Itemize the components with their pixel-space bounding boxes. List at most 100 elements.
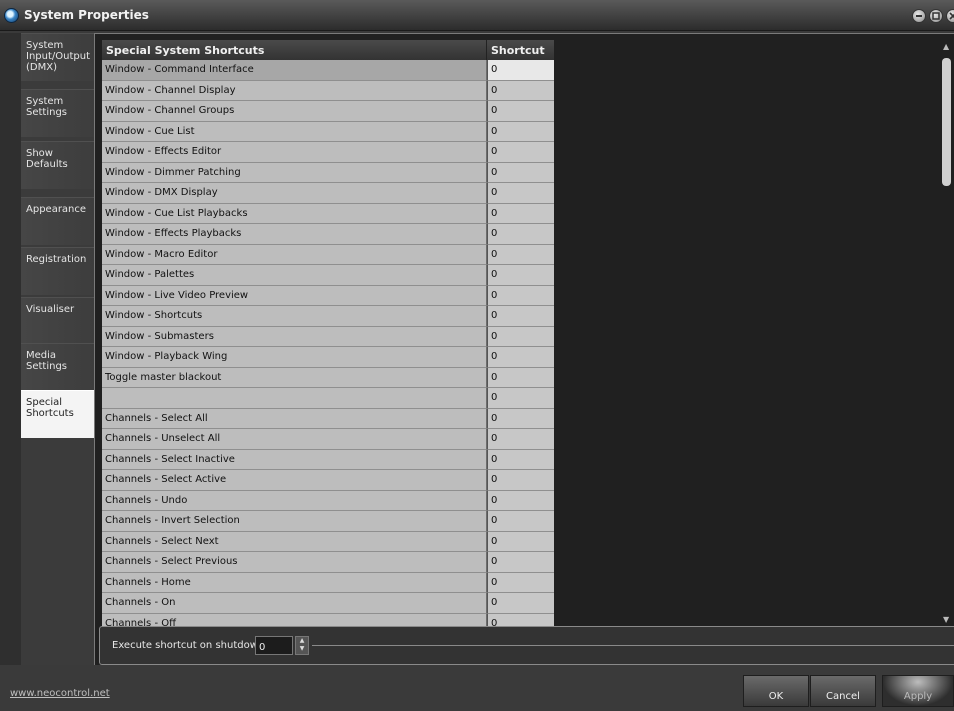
shortcut-name-cell[interactable]: Window - Submasters: [102, 326, 487, 347]
column-header-name[interactable]: Special System Shortcuts: [102, 40, 487, 60]
scroll-thumb[interactable]: [942, 58, 951, 186]
table-row[interactable]: Window - Cue List 0: [102, 121, 554, 142]
shortcut-name-cell[interactable]: Window - Channel Display: [102, 80, 487, 101]
table-row[interactable]: Channels - Unselect All 0: [102, 429, 554, 450]
column-header-shortcut[interactable]: Shortcut: [487, 40, 554, 60]
shortcut-name-cell[interactable]: Channels - Select Previous: [102, 552, 487, 573]
shortcut-name-cell[interactable]: Window - Effects Playbacks: [102, 224, 487, 245]
table-row[interactable]: Window - Shortcuts 0: [102, 306, 554, 327]
shortcut-value-cell[interactable]: 0: [487, 367, 554, 388]
shortcut-value-cell[interactable]: 0: [487, 531, 554, 552]
sidebar-item-special-shortcuts[interactable]: Special Shortcuts: [21, 390, 94, 438]
table-row[interactable]: 0: [102, 388, 554, 409]
shortcut-value-cell[interactable]: 0: [487, 470, 554, 491]
shortcut-value-cell[interactable]: 0: [487, 388, 554, 409]
table-row[interactable]: Channels - Home 0: [102, 572, 554, 593]
sidebar-item-registration[interactable]: Registration: [21, 247, 94, 295]
shortcut-value-cell[interactable]: 0: [487, 101, 554, 122]
shortcut-value-cell[interactable]: 0: [487, 613, 554, 627]
shortcut-value-cell[interactable]: 0: [487, 183, 554, 204]
shortcut-value-cell[interactable]: 0: [487, 593, 554, 614]
exec-shortcut-input[interactable]: [255, 636, 293, 655]
table-row[interactable]: Channels - Select All 0: [102, 408, 554, 429]
shortcut-value-cell[interactable]: 0: [487, 265, 554, 286]
shortcut-value-cell[interactable]: 0: [487, 490, 554, 511]
shortcut-value-cell[interactable]: 0: [487, 306, 554, 327]
table-row[interactable]: Toggle master blackout 0: [102, 367, 554, 388]
sidebar-item-system-io[interactable]: System Input/Output (DMX): [21, 33, 94, 81]
website-link[interactable]: www.neocontrol.net: [10, 688, 110, 699]
shortcut-value-cell[interactable]: 0: [487, 80, 554, 101]
shortcut-name-cell[interactable]: Window - Playback Wing: [102, 347, 487, 368]
spin-down-icon[interactable]: ▼: [296, 645, 308, 653]
shortcut-name-cell[interactable]: Channels - Undo: [102, 490, 487, 511]
vertical-scrollbar[interactable]: ▲ ▼: [940, 40, 954, 627]
shortcut-value-cell[interactable]: 0: [487, 511, 554, 532]
shortcut-value-cell[interactable]: 0: [487, 285, 554, 306]
sidebar-item-show-defaults[interactable]: Show Defaults: [21, 141, 94, 189]
table-row[interactable]: Channels - Select Active 0: [102, 470, 554, 491]
shortcut-value-cell[interactable]: 0: [487, 572, 554, 593]
shortcut-name-cell[interactable]: Channels - Off: [102, 613, 487, 627]
table-row[interactable]: Window - Macro Editor 0: [102, 244, 554, 265]
table-row[interactable]: Window - Live Video Preview 0: [102, 285, 554, 306]
shortcut-value-cell[interactable]: 0: [487, 326, 554, 347]
shortcut-name-cell[interactable]: Channels - Unselect All: [102, 429, 487, 450]
sidebar-item-media-settings[interactable]: Media Settings: [21, 343, 94, 391]
table-row[interactable]: Channels - Select Inactive 0: [102, 449, 554, 470]
shortcut-name-cell[interactable]: Channels - Invert Selection: [102, 511, 487, 532]
shortcut-value-cell[interactable]: 0: [487, 429, 554, 450]
table-row[interactable]: Window - Cue List Playbacks 0: [102, 203, 554, 224]
shortcut-name-cell[interactable]: Window - Palettes: [102, 265, 487, 286]
shortcut-value-cell[interactable]: 0: [487, 121, 554, 142]
shortcut-name-cell[interactable]: Window - DMX Display: [102, 183, 487, 204]
shortcut-name-cell[interactable]: Channels - Select Inactive: [102, 449, 487, 470]
shortcut-name-cell[interactable]: Window - Live Video Preview: [102, 285, 487, 306]
shortcut-value-cell[interactable]: 0: [487, 408, 554, 429]
scroll-down-icon[interactable]: ▼: [943, 615, 951, 624]
shortcut-value-cell[interactable]: 0: [487, 142, 554, 163]
table-row[interactable]: Window - Playback Wing 0: [102, 347, 554, 368]
shortcut-name-cell[interactable]: Channels - On: [102, 593, 487, 614]
table-row[interactable]: Window - Submasters 0: [102, 326, 554, 347]
table-row[interactable]: Channels - Select Next 0: [102, 531, 554, 552]
shortcut-name-cell[interactable]: Window - Effects Editor: [102, 142, 487, 163]
table-row[interactable]: Window - Effects Playbacks 0: [102, 224, 554, 245]
apply-button[interactable]: Apply: [882, 675, 954, 707]
shortcut-value-cell[interactable]: 0: [487, 60, 554, 81]
shortcut-name-cell[interactable]: Channels - Select All: [102, 408, 487, 429]
exec-shortcut-spinner[interactable]: ▲ ▼: [295, 636, 309, 655]
table-row[interactable]: Window - Channel Groups 0: [102, 101, 554, 122]
cancel-button[interactable]: Cancel: [810, 675, 876, 707]
title-bar[interactable]: System Properties: [0, 0, 954, 31]
ok-button[interactable]: OK: [743, 675, 809, 707]
table-row[interactable]: Channels - Invert Selection 0: [102, 511, 554, 532]
shortcut-name-cell[interactable]: Window - Cue List Playbacks: [102, 203, 487, 224]
sidebar-item-visualiser[interactable]: Visualiser: [21, 297, 94, 345]
shortcut-name-cell[interactable]: Window - Command Interface: [102, 60, 487, 81]
shortcut-value-cell[interactable]: 0: [487, 224, 554, 245]
shortcut-name-cell[interactable]: Window - Cue List: [102, 121, 487, 142]
spin-up-icon[interactable]: ▲: [296, 637, 308, 645]
shortcut-name-cell[interactable]: Window - Shortcuts: [102, 306, 487, 327]
shortcut-value-cell[interactable]: 0: [487, 244, 554, 265]
maximize-icon[interactable]: [929, 9, 943, 23]
table-row[interactable]: Channels - Select Previous 0: [102, 552, 554, 573]
shortcut-value-cell[interactable]: 0: [487, 347, 554, 368]
sidebar-item-appearance[interactable]: Appearance: [21, 197, 94, 245]
shortcut-value-cell[interactable]: 0: [487, 552, 554, 573]
shortcut-name-cell[interactable]: Window - Channel Groups: [102, 101, 487, 122]
shortcut-value-cell[interactable]: 0: [487, 162, 554, 183]
table-row[interactable]: Window - Channel Display 0: [102, 80, 554, 101]
minimize-icon[interactable]: [912, 9, 926, 23]
table-row[interactable]: Channels - On 0: [102, 593, 554, 614]
shortcut-name-cell[interactable]: Window - Macro Editor: [102, 244, 487, 265]
table-row[interactable]: Channels - Undo 0: [102, 490, 554, 511]
shortcut-name-cell[interactable]: Window - Dimmer Patching: [102, 162, 487, 183]
shortcut-value-cell[interactable]: 0: [487, 203, 554, 224]
shortcut-name-cell[interactable]: Channels - Select Active: [102, 470, 487, 491]
scroll-up-icon[interactable]: ▲: [943, 42, 951, 51]
table-row[interactable]: Window - Dimmer Patching 0: [102, 162, 554, 183]
table-row[interactable]: Channels - Off 0: [102, 613, 554, 627]
shortcut-name-cell[interactable]: Toggle master blackout: [102, 367, 487, 388]
